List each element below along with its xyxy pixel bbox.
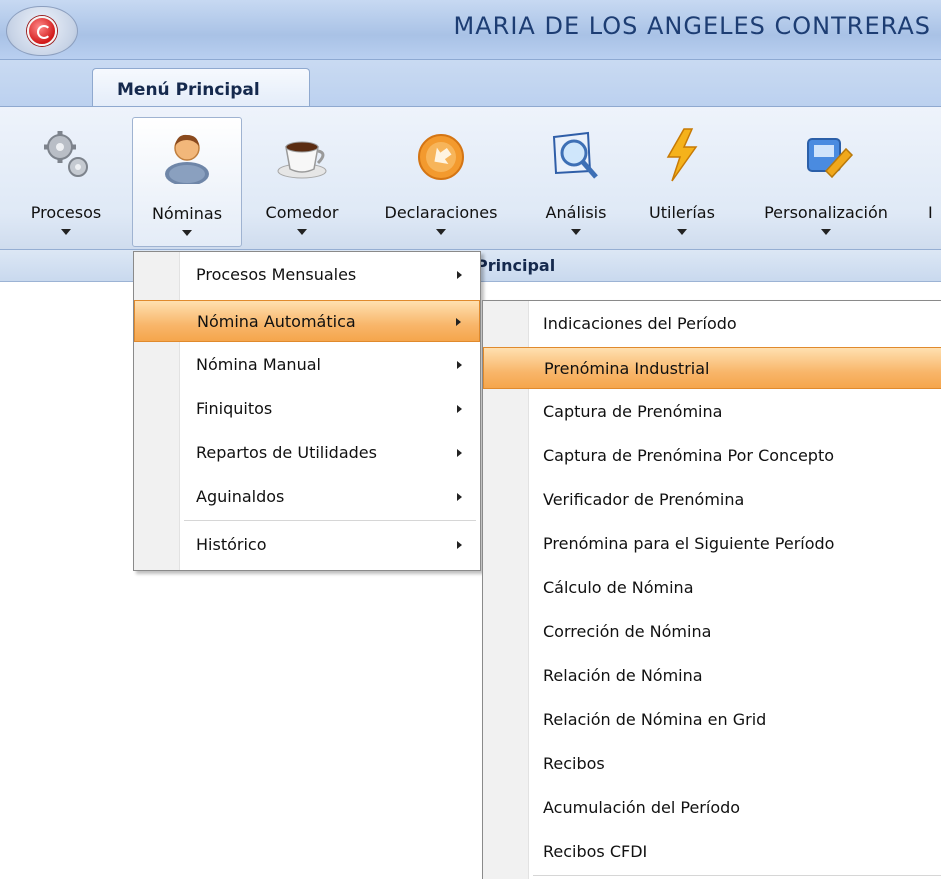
menu-item-label: Captura de Prenómina xyxy=(543,402,723,421)
menu-item-label: Recibos CFDI xyxy=(543,842,648,861)
truncated-label: I xyxy=(928,203,933,222)
gears-icon xyxy=(44,131,88,177)
dropdown-arrow-icon xyxy=(677,229,687,235)
declaraciones-label: Declaraciones xyxy=(384,203,498,222)
menu-item-prenomina-industrial[interactable]: Prenómina Industrial xyxy=(483,347,941,389)
declaraciones-button[interactable]: Declaraciones xyxy=(366,117,516,247)
menu-item-historico[interactable]: Histórico xyxy=(134,524,480,566)
menu-item-recibos-cfdi[interactable]: Recibos CFDI xyxy=(483,831,941,873)
submenu-arrow-icon xyxy=(457,271,462,279)
menu-item-captura-de-prenomina-por-concepto[interactable]: Captura de Prenómina Por Concepto xyxy=(483,435,941,477)
submenu-arrow-icon xyxy=(457,541,462,549)
person-icon xyxy=(165,134,209,184)
submenu-arrow-icon xyxy=(457,361,462,369)
menu-item-nomina-automatica[interactable]: Nómina Automática xyxy=(134,300,480,342)
orange-arrow-icon xyxy=(418,134,464,180)
menu-item-label: Procesos Mensuales xyxy=(196,265,357,284)
ribbon-tab-strip: Menú Principal xyxy=(0,60,941,108)
menu-item-label: Correción de Nómina xyxy=(543,622,712,641)
procesos-button[interactable]: Procesos xyxy=(14,117,118,247)
utilerias-label: Utilerías xyxy=(649,203,715,222)
dropdown-arrow-icon xyxy=(571,229,581,235)
menu-item-relacion-de-nomina[interactable]: Relación de Nómina xyxy=(483,655,941,697)
menu-item-finiquitos[interactable]: Finiquitos xyxy=(134,388,480,430)
menu-item-label: Nómina Automática xyxy=(197,312,356,331)
personalizacion-label: Personalización xyxy=(764,203,888,222)
menu-item-label: Acumulación del Período xyxy=(543,798,741,817)
procesos-label: Procesos xyxy=(30,203,102,222)
nominas-dropdown-menu: Procesos Mensuales Nómina Automática Nóm… xyxy=(133,251,481,571)
comedor-button[interactable]: Comedor xyxy=(252,117,352,247)
app-logo-icon xyxy=(27,16,57,46)
menu-separator xyxy=(533,875,941,876)
dropdown-arrow-icon xyxy=(436,229,446,235)
submenu-arrow-icon xyxy=(457,449,462,457)
menu-item-prenomina-siguiente-periodo[interactable]: Prenómina para el Siguiente Período xyxy=(483,523,941,565)
truncated-ribbon-button[interactable]: I xyxy=(928,117,941,247)
lightning-icon xyxy=(666,128,698,182)
menu-item-label: Indicaciones del Período xyxy=(543,314,737,333)
menu-item-label: Verificador de Prenómina xyxy=(543,490,745,509)
menu-item-nomina-manual[interactable]: Nómina Manual xyxy=(134,344,480,386)
menu-item-verificador-de-prenomina[interactable]: Verificador de Prenómina xyxy=(483,479,941,521)
submenu-arrow-icon xyxy=(457,405,462,413)
dropdown-arrow-icon xyxy=(182,230,192,236)
menu-item-acumulacion-del-periodo[interactable]: Acumulación del Período xyxy=(483,787,941,829)
tab-menu-principal[interactable]: Menú Principal xyxy=(92,68,310,108)
dropdown-arrow-icon xyxy=(821,229,831,235)
menu-item-procesos-mensuales[interactable]: Procesos Mensuales xyxy=(134,254,480,296)
nominas-button[interactable]: Nóminas xyxy=(132,117,242,247)
menu-item-label: Repartos de Utilidades xyxy=(196,443,377,462)
menu-item-label: Nómina Manual xyxy=(196,355,321,374)
menu-item-calculo-de-nomina[interactable]: Cálculo de Nómina xyxy=(483,567,941,609)
menu-item-aguinaldos[interactable]: Aguinaldos xyxy=(134,476,480,518)
dropdown-arrow-icon xyxy=(297,229,307,235)
window-title: MARIA DE LOS ANGELES CONTRERAS xyxy=(453,12,931,40)
analisis-button[interactable]: Análisis xyxy=(522,117,630,247)
menu-item-indicaciones-del-periodo[interactable]: Indicaciones del Período xyxy=(483,303,941,345)
menu-item-correcion-de-nomina[interactable]: Correción de Nómina xyxy=(483,611,941,653)
menu-separator xyxy=(184,520,476,521)
application-menu-button[interactable] xyxy=(6,6,78,56)
nomina-automatica-submenu: Indicaciones del Período Prenómina Indus… xyxy=(482,300,941,879)
menu-item-label: Cálculo de Nómina xyxy=(543,578,694,597)
menu-item-label: Histórico xyxy=(196,535,267,554)
menu-item-recibos[interactable]: Recibos xyxy=(483,743,941,785)
menu-item-label: Captura de Prenómina Por Concepto xyxy=(543,446,835,465)
submenu-arrow-icon xyxy=(456,318,461,326)
comedor-label: Comedor xyxy=(265,203,339,222)
menu-item-label: Relación de Nómina en Grid xyxy=(543,710,767,729)
title-bar: MARIA DE LOS ANGELES CONTRERAS xyxy=(0,0,941,60)
ribbon-panel: Procesos Nóminas Comedor Declaraciones A… xyxy=(0,106,941,250)
menu-item-captura-de-prenomina[interactable]: Captura de Prenómina xyxy=(483,391,941,433)
submenu-arrow-icon xyxy=(457,493,462,501)
menu-item-label: Recibos xyxy=(543,754,605,773)
menu-item-label: Aguinaldos xyxy=(196,487,285,506)
menu-item-label: Prenómina Industrial xyxy=(544,359,710,378)
section-caption: Principal xyxy=(476,256,556,275)
magnifier-document-icon xyxy=(552,131,598,179)
utilerias-button[interactable]: Utilerías xyxy=(632,117,732,247)
menu-item-repartos-de-utilidades[interactable]: Repartos de Utilidades xyxy=(134,432,480,474)
menu-item-label: Finiquitos xyxy=(196,399,273,418)
coffee-cup-icon xyxy=(277,141,327,179)
personalizacion-button[interactable]: Personalización xyxy=(742,117,910,247)
menu-item-label: Relación de Nómina xyxy=(543,666,703,685)
menu-item-relacion-de-nomina-en-grid[interactable]: Relación de Nómina en Grid xyxy=(483,699,941,741)
dropdown-arrow-icon xyxy=(61,229,71,235)
settings-tools-icon xyxy=(807,138,854,179)
nominas-label: Nóminas xyxy=(151,204,223,223)
analisis-label: Análisis xyxy=(545,203,607,222)
menu-item-label: Prenómina para el Siguiente Período xyxy=(543,534,835,553)
